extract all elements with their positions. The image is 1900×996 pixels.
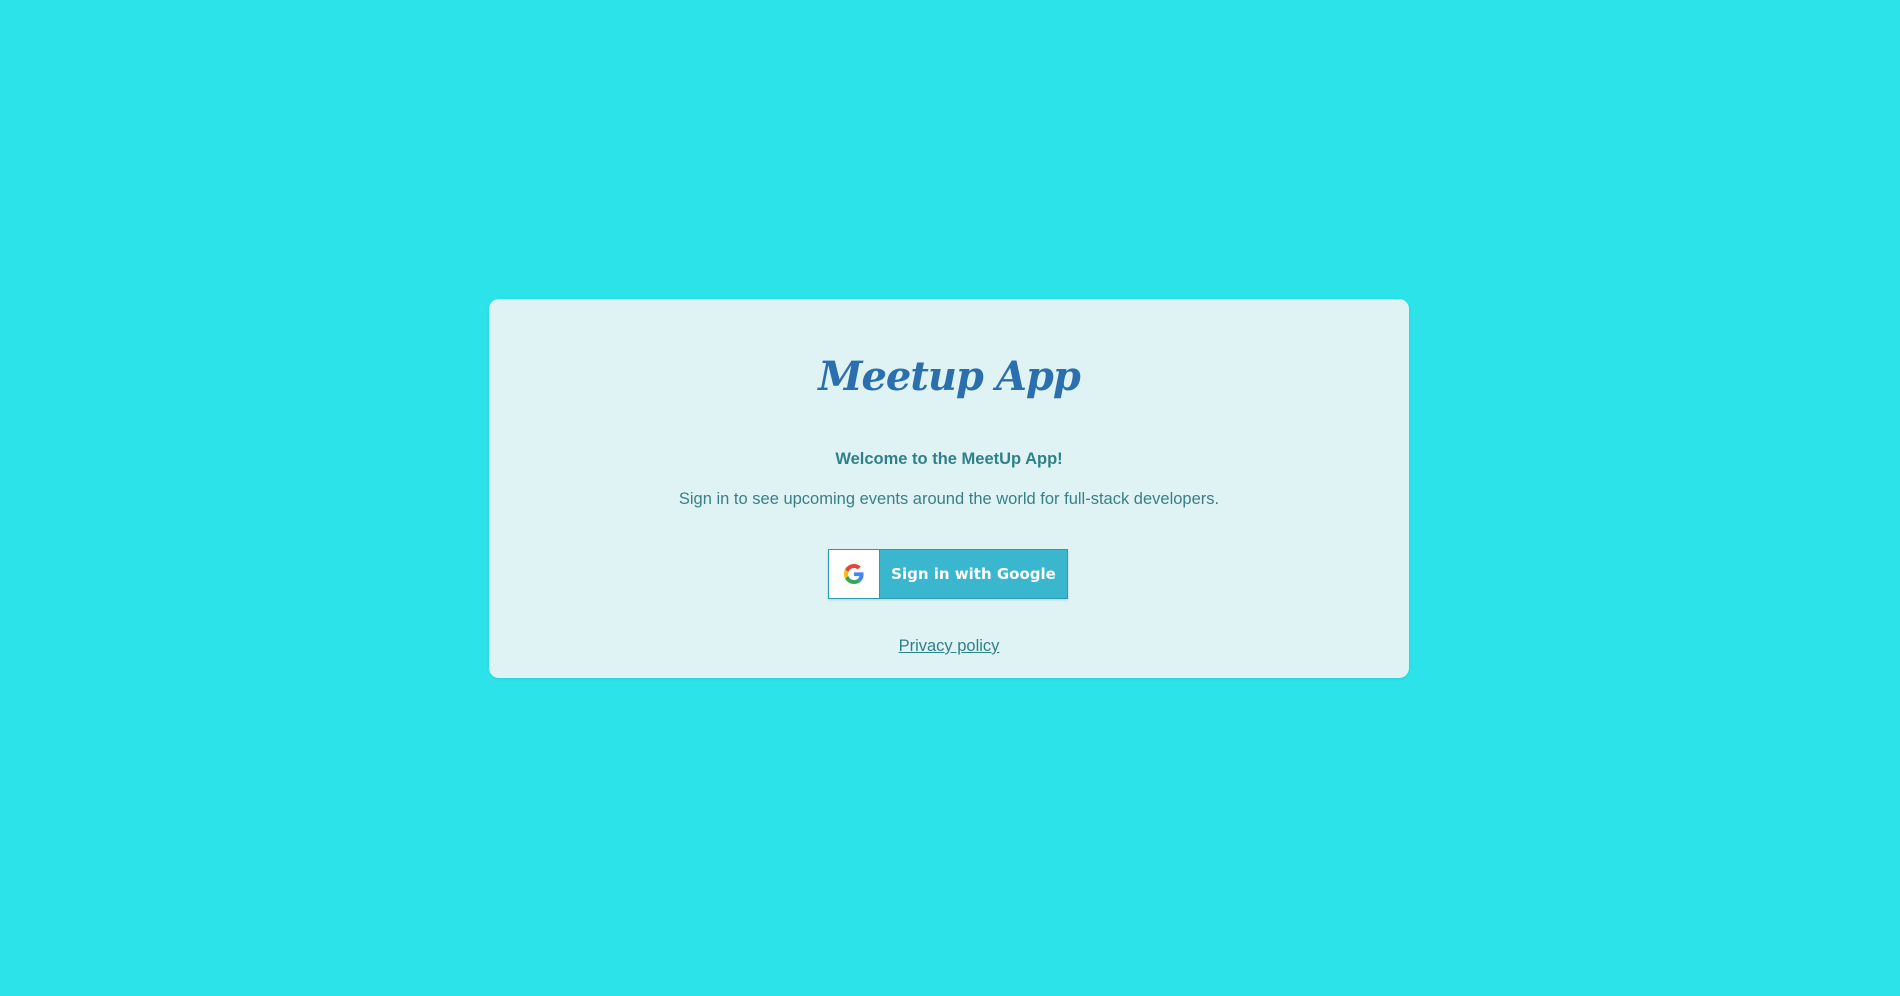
privacy-policy-link[interactable]: Privacy policy [899,637,1000,655]
app-title: Meetup App [818,353,1081,400]
google-sign-in-button[interactable]: Sign in with Google [828,549,1068,599]
welcome-subtitle: Sign in to see upcoming events around th… [678,490,1220,508]
welcome-heading: Welcome to the MeetUp App! [835,450,1063,468]
google-sign-in-label: Sign in with Google [891,565,1056,583]
login-card: Meetup App Welcome to the MeetUp App! Si… [489,299,1409,678]
google-icon-container [829,550,880,598]
google-g-icon [844,564,864,584]
privacy-policy-container: Privacy policy [489,637,1409,656]
